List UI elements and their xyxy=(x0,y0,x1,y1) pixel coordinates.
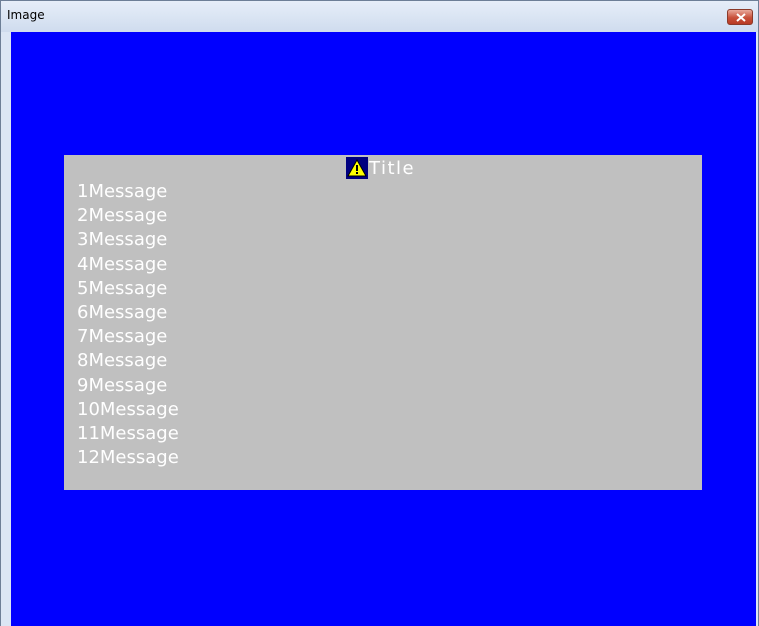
window-titlebar[interactable]: Image xyxy=(1,1,758,32)
dialog-header: Title xyxy=(346,156,415,180)
message-line: 5Message xyxy=(77,277,168,299)
message-line: 11Message xyxy=(77,423,179,445)
message-line: 8Message xyxy=(77,350,168,372)
window-frame-right xyxy=(756,32,758,626)
close-icon xyxy=(736,13,746,22)
message-line: 4Message xyxy=(77,253,168,275)
warning-icon xyxy=(346,157,368,179)
message-line: 10Message xyxy=(77,398,179,420)
message-line: 1Message xyxy=(77,181,168,202)
message-line: 6Message xyxy=(77,302,168,324)
window-title: Image xyxy=(7,8,45,22)
message-list: 1Message 2Message 3Message 4Message 5Mes… xyxy=(77,180,179,470)
close-button[interactable] xyxy=(727,9,753,25)
message-line: 2Message xyxy=(77,205,168,227)
dialog-title: Title xyxy=(369,157,416,179)
message-line: 3Message xyxy=(77,229,168,251)
window-frame-left xyxy=(1,32,11,626)
image-window: Image Title 1Message 2Message 3Message 4… xyxy=(0,0,759,626)
message-line: 9Message xyxy=(77,374,168,396)
message-line: 12Message xyxy=(77,447,179,469)
message-dialog: Title 1Message 2Message 3Message 4Messag… xyxy=(64,155,702,490)
message-line: 7Message xyxy=(77,326,168,348)
image-canvas: Title 1Message 2Message 3Message 4Messag… xyxy=(11,32,756,626)
